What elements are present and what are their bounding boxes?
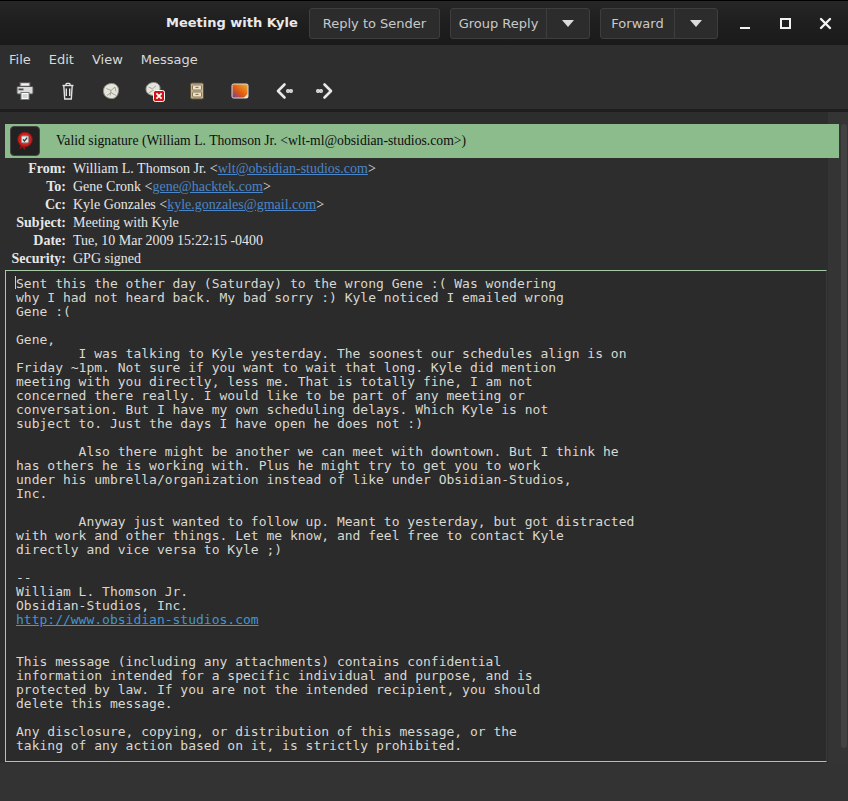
toolbar	[0, 73, 848, 109]
forward-button[interactable]: Forward	[600, 8, 718, 39]
close-icon	[819, 17, 832, 30]
message-text: Sent this the other day (Saturday) to th…	[16, 277, 826, 753]
header-row-subject: Subject: Meeting with Kyle	[0, 214, 376, 232]
email-address-link[interactable]: gene@hacktek.com	[152, 179, 262, 194]
color-label-icon[interactable]	[229, 80, 251, 102]
body-url-link[interactable]: http://www.obsidian-studios.com	[16, 612, 259, 627]
header-label: Subject:	[0, 215, 66, 231]
text-caret	[15, 276, 16, 289]
group-reply-dropdown-button[interactable]	[546, 9, 589, 38]
signature-banner: Valid signature (William L. Thomson Jr. …	[5, 124, 839, 158]
group-reply-label: Group Reply	[451, 9, 546, 38]
vertical-scrollbar-thumb[interactable]	[841, 124, 847, 748]
close-button[interactable]	[807, 1, 843, 46]
header-label: To:	[0, 179, 66, 195]
signature-banner-text: Valid signature (William L. Thomson Jr. …	[56, 133, 466, 149]
not-junk-icon[interactable]	[143, 80, 165, 102]
header-value: Gene Cronk <gene@hacktek.com>	[73, 179, 271, 195]
chevron-down-icon	[562, 20, 574, 27]
header-row-to: To: Gene Cronk <gene@hacktek.com>	[0, 178, 376, 196]
trash-icon[interactable]	[57, 80, 79, 102]
header-label: Cc:	[0, 197, 66, 213]
header-row-date: Date: Tue, 10 Mar 2009 15:22:15 -0400	[0, 232, 376, 250]
header-value: William L. Thomson Jr. <wlt@obsidian-stu…	[73, 161, 376, 177]
reply-to-sender-label: Reply to Sender	[310, 9, 439, 38]
header-row-from: From: William L. Thomson Jr. <wlt@obsidia…	[0, 160, 376, 178]
header-row-cc: Cc: Kyle Gonzales <kyle.gonzales@gmail.co…	[0, 196, 376, 214]
minimize-button[interactable]	[727, 1, 763, 46]
notes-icon[interactable]	[186, 80, 208, 102]
menu-file[interactable]: File	[0, 45, 40, 73]
forward-dropdown-button[interactable]	[674, 9, 717, 38]
junk-icon[interactable]	[100, 80, 122, 102]
window-title: Meeting with Kyle	[166, 15, 298, 30]
gpg-seal-icon[interactable]	[10, 126, 40, 156]
next-message-icon[interactable]	[315, 80, 337, 102]
header-value: Kyle Gonzales <kyle.gonzales@gmail.com>	[73, 197, 324, 213]
menu-view[interactable]: View	[83, 45, 132, 73]
group-reply-button[interactable]: Group Reply	[450, 8, 590, 39]
header-label: Date:	[0, 233, 66, 249]
menu-message[interactable]: Message	[132, 45, 207, 73]
header-value: Tue, 10 Mar 2009 15:22:15 -0400	[73, 233, 263, 249]
header-label: From:	[0, 161, 66, 177]
message-view-footer	[0, 763, 848, 801]
message-view: Valid signature (William L. Thomson Jr. …	[0, 112, 848, 801]
forward-label: Forward	[601, 9, 674, 38]
titlebar: Meeting with Kyle Reply to Sender Group …	[0, 0, 848, 45]
reply-to-sender-button[interactable]: Reply to Sender	[309, 8, 440, 39]
prev-message-icon[interactable]	[272, 80, 294, 102]
minimize-icon	[740, 27, 750, 29]
header-value: Meeting with Kyle	[73, 215, 179, 231]
message-body[interactable]: Sent this the other day (Saturday) to th…	[5, 270, 827, 762]
header-label: Security:	[0, 251, 66, 267]
email-address-link[interactable]: kyle.gonzales@gmail.com	[167, 197, 316, 212]
email-address-link[interactable]: wlt@obsidian-studios.com	[218, 161, 368, 176]
header-value: GPG signed	[73, 251, 141, 267]
menu-edit[interactable]: Edit	[40, 45, 83, 73]
message-headers: From: William L. Thomson Jr. <wlt@obsidia…	[0, 160, 376, 268]
print-icon[interactable]	[14, 80, 36, 102]
maximize-button[interactable]	[767, 1, 803, 46]
header-row-security: Security: GPG signed	[0, 250, 376, 268]
menubar: FileEditViewMessage	[0, 45, 848, 73]
maximize-icon	[780, 18, 791, 29]
chevron-down-icon	[690, 20, 702, 27]
